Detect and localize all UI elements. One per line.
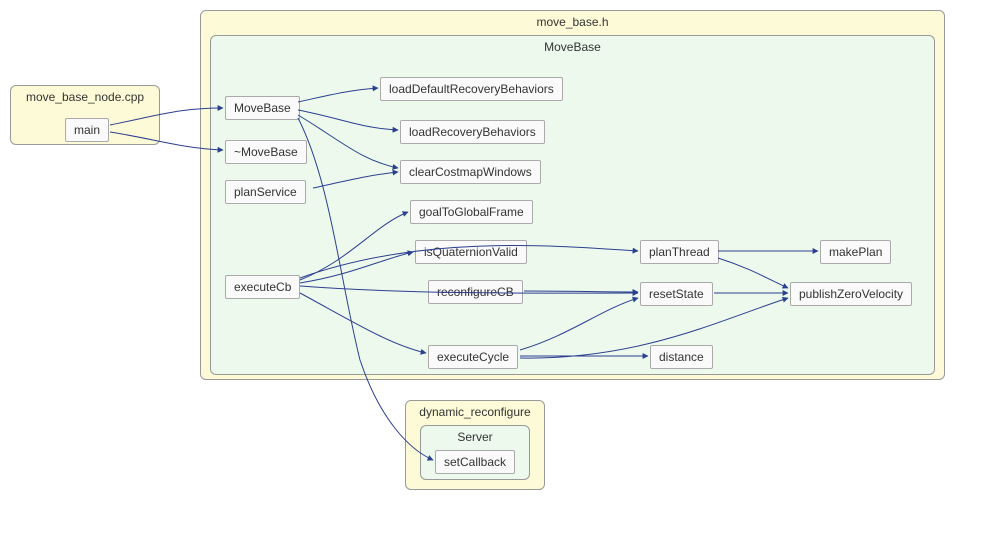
cluster-label-dynamic-reconfigure: dynamic_reconfigure: [406, 405, 544, 419]
node-main[interactable]: main: [65, 118, 109, 142]
node-distance[interactable]: distance: [650, 345, 713, 369]
node-clearcostmapwindows[interactable]: clearCostmapWindows: [400, 160, 541, 184]
node-loaddefaultrecoverybehaviors[interactable]: loadDefaultRecoveryBehaviors: [380, 77, 563, 101]
node-makeplan[interactable]: makePlan: [820, 240, 891, 264]
node-resetstate[interactable]: resetState: [640, 282, 713, 306]
cluster-label-move-base-h: move_base.h: [201, 15, 944, 29]
node-goaltoglobalframe[interactable]: goalToGlobalFrame: [410, 200, 533, 224]
node-publishzerovelocity[interactable]: publishZeroVelocity: [790, 282, 912, 306]
node-movebase[interactable]: MoveBase: [225, 96, 300, 120]
cluster-movebase-class: MoveBase: [210, 35, 935, 375]
node-planthread[interactable]: planThread: [640, 240, 719, 264]
node-loadrecoverybehaviors[interactable]: loadRecoveryBehaviors: [400, 120, 545, 144]
node-planservice[interactable]: planService: [225, 180, 306, 204]
node-setcallback[interactable]: setCallback: [435, 450, 515, 474]
node-d-movebase[interactable]: ~MoveBase: [225, 140, 307, 164]
cluster-label-move-base-node-cpp: move_base_node.cpp: [11, 90, 159, 104]
node-executecb[interactable]: executeCb: [225, 275, 300, 299]
node-executecycle[interactable]: executeCycle: [428, 345, 518, 369]
cluster-label-movebase-class: MoveBase: [211, 40, 934, 54]
node-reconfigurecb[interactable]: reconfigureCB: [428, 280, 523, 304]
node-isquaternionvalid[interactable]: isQuaternionValid: [415, 240, 527, 264]
cluster-label-server: Server: [421, 430, 529, 444]
